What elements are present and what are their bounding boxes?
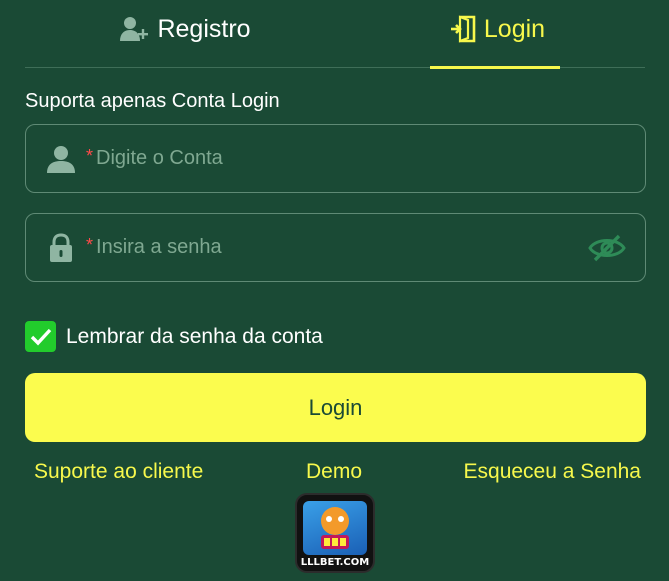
checkmark-icon [30, 328, 51, 345]
remember-checkbox[interactable] [25, 321, 56, 352]
account-input[interactable] [96, 147, 645, 170]
active-tab-indicator [430, 66, 560, 69]
remember-label: Lembrar da senha da conta [66, 324, 323, 348]
lock-icon [46, 232, 76, 263]
forgot-password-link[interactable]: Esqueceu a Senha [464, 460, 641, 484]
login-door-icon [450, 14, 476, 44]
eye-off-icon[interactable] [587, 228, 627, 268]
user-plus-icon [119, 15, 149, 43]
password-input[interactable] [96, 236, 587, 259]
tab-login[interactable]: Login [430, 0, 565, 68]
tab-login-label: Login [483, 14, 546, 43]
remember-password-toggle[interactable]: Lembrar da senha da conta [25, 321, 323, 352]
footer-links: Suporte ao cliente Demo Esqueceu a Senha [0, 460, 669, 490]
auth-tabs: Registro Login [25, 0, 645, 69]
demo-link[interactable]: Demo [306, 460, 362, 484]
user-icon [46, 144, 76, 174]
tab-register-label: Registro [157, 14, 251, 43]
app-logo[interactable]: LLLBET.COM [295, 493, 375, 573]
logo-artwork [303, 501, 367, 555]
required-mark: * [86, 235, 94, 255]
tab-register[interactable]: Registro [85, 0, 285, 68]
logo-brand-text: LLLBET.COM [300, 557, 370, 568]
required-mark: * [86, 146, 94, 166]
login-page: Registro Login Suporta apenas Conta Logi… [0, 0, 669, 581]
login-hint: Suporta apenas Conta Login [25, 90, 280, 112]
support-link[interactable]: Suporte ao cliente [34, 460, 203, 484]
account-field[interactable]: * [25, 124, 646, 193]
password-field[interactable]: * [25, 213, 646, 282]
login-button[interactable]: Login [25, 373, 646, 442]
